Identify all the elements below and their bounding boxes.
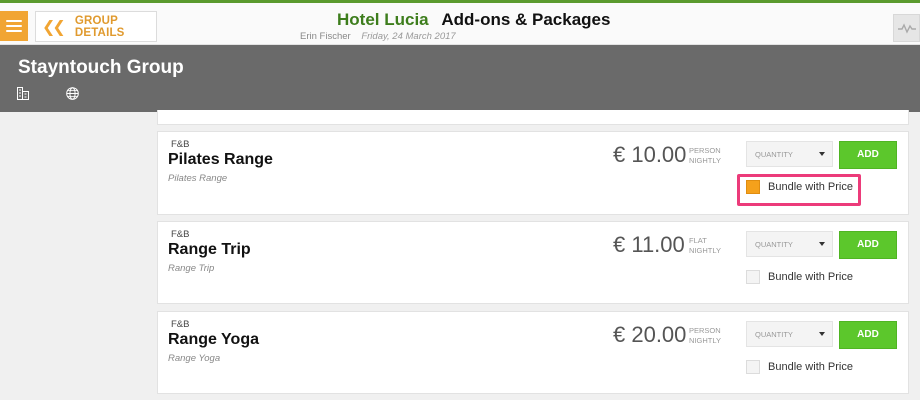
bundle-with-price-checkbox[interactable]: Bundle with Price bbox=[746, 178, 853, 196]
bundle-label: Bundle with Price bbox=[768, 361, 853, 373]
back-to-group-details-button[interactable]: ❮❮ GROUP DETAILS bbox=[35, 11, 157, 42]
addon-price-unit: FLAT NIGHTLY bbox=[689, 236, 721, 255]
group-header: Stayntouch Group bbox=[0, 45, 920, 112]
quantity-placeholder: QUANTITY bbox=[755, 240, 793, 249]
user-name: Erin Fischer bbox=[300, 31, 351, 42]
addon-category: F&B bbox=[171, 139, 190, 150]
menu-button[interactable] bbox=[0, 11, 28, 41]
page-title-block: Hotel Lucia Add-ons & Packages Erin Fisc… bbox=[300, 10, 660, 42]
addon-description: Range Trip bbox=[168, 263, 215, 274]
caret-down-icon bbox=[819, 152, 825, 156]
business-date: Friday, 24 March 2017 bbox=[361, 31, 456, 42]
double-chevron-left-icon: ❮❮ bbox=[42, 18, 66, 36]
addon-category: F&B bbox=[171, 319, 190, 330]
quantity-select[interactable]: QUANTITY bbox=[746, 231, 833, 257]
hamburger-icon bbox=[6, 20, 22, 22]
checkbox-box[interactable] bbox=[746, 180, 760, 194]
addon-name: Pilates Range bbox=[168, 151, 273, 168]
caret-down-icon bbox=[819, 332, 825, 336]
addon-card: F&B Pilates Range Pilates Range € 10.00 … bbox=[157, 131, 909, 215]
addon-price-unit: PERSON NIGHTLY bbox=[689, 326, 721, 345]
addon-description: Pilates Range bbox=[168, 173, 228, 184]
bundle-label: Bundle with Price bbox=[768, 271, 853, 283]
addon-card: F&B Range Yoga Range Yoga € 20.00 PERSON… bbox=[157, 311, 909, 394]
quantity-select[interactable]: QUANTITY bbox=[746, 141, 833, 167]
back-button-label: GROUP DETAILS bbox=[74, 14, 125, 39]
addon-name: Range Trip bbox=[168, 241, 251, 258]
bundle-with-price-checkbox[interactable]: Bundle with Price bbox=[746, 358, 853, 376]
group-name: Stayntouch Group bbox=[18, 57, 184, 78]
addon-description: Range Yoga bbox=[168, 353, 221, 364]
addon-category: F&B bbox=[171, 229, 190, 240]
caret-down-icon bbox=[819, 242, 825, 246]
add-button[interactable]: ADD bbox=[839, 231, 897, 259]
add-button[interactable]: ADD bbox=[839, 321, 897, 349]
quantity-placeholder: QUANTITY bbox=[755, 330, 793, 339]
checkbox-box[interactable] bbox=[746, 360, 760, 374]
previous-addon-card bbox=[157, 110, 909, 125]
addon-price: € 10.00 bbox=[613, 142, 687, 167]
quantity-select[interactable]: QUANTITY bbox=[746, 321, 833, 347]
addon-price-unit: PERSON NIGHTLY bbox=[689, 146, 721, 165]
addon-card: F&B Range Trip Range Trip € 11.00 FLAT N… bbox=[157, 221, 909, 304]
globe-icon[interactable] bbox=[66, 87, 79, 100]
building-icon[interactable] bbox=[17, 87, 29, 100]
addon-price: € 20.00 bbox=[613, 322, 687, 347]
hotel-name: Hotel Lucia bbox=[337, 10, 429, 29]
addon-name: Range Yoga bbox=[168, 331, 259, 348]
page-title: Add-ons & Packages bbox=[441, 10, 611, 29]
bundle-with-price-checkbox[interactable]: Bundle with Price bbox=[746, 268, 853, 286]
activity-button[interactable] bbox=[893, 14, 920, 42]
checkbox-box[interactable] bbox=[746, 270, 760, 284]
add-button[interactable]: ADD bbox=[839, 141, 897, 169]
addon-price: € 11.00 bbox=[613, 232, 685, 257]
quantity-placeholder: QUANTITY bbox=[755, 150, 793, 159]
top-bar: ❮❮ GROUP DETAILS Hotel Lucia Add-ons & P… bbox=[0, 3, 920, 45]
activity-line-icon bbox=[898, 23, 916, 34]
bundle-label: Bundle with Price bbox=[768, 181, 853, 193]
